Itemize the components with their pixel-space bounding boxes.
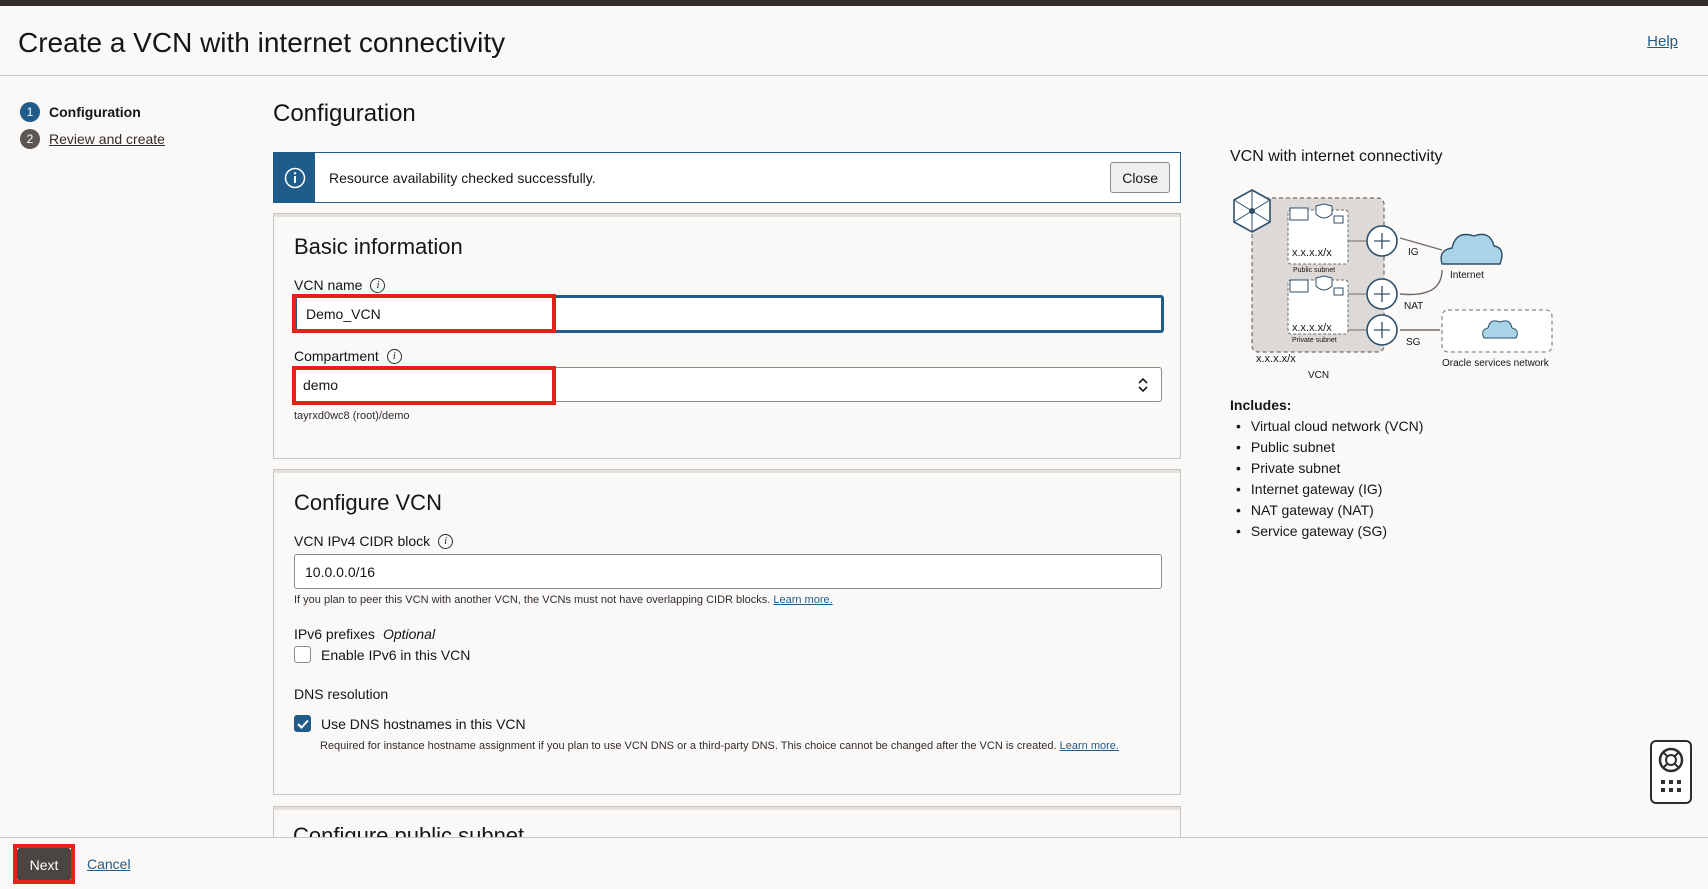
- info-notice: Resource availability checked successful…: [273, 152, 1181, 203]
- wizard-steps: 1 Configuration 2 Review and create: [20, 98, 165, 152]
- enable-ipv6-checkbox-row[interactable]: Enable IPv6 in this VCN: [294, 646, 470, 663]
- configure-vcn-card: Configure VCN VCN IPv4 CIDR block i 10.0…: [273, 469, 1181, 795]
- dns-hint: Required for instance hostname assignmen…: [320, 740, 1119, 752]
- learn-more-link[interactable]: Learn more.: [1060, 740, 1119, 752]
- svg-text:Oracle services network: Oracle services network: [1442, 358, 1550, 369]
- card-title: Basic information: [294, 234, 463, 259]
- step-configuration[interactable]: 1 Configuration: [20, 98, 165, 125]
- list-item: Service gateway (SG): [1230, 520, 1423, 541]
- ipv6-label-text: IPv6 prefixes: [294, 626, 375, 642]
- basic-information-card: Basic information VCN name i Demo_VCN Co…: [273, 213, 1181, 459]
- vcn-name-label-text: VCN name: [294, 277, 363, 293]
- page-header: Create a VCN with internet connectivity …: [0, 6, 1708, 76]
- step-label: Configuration: [49, 103, 141, 120]
- step-number: 1: [20, 101, 40, 122]
- svg-text:IG: IG: [1408, 247, 1419, 258]
- cidr-label: VCN IPv4 CIDR block i: [294, 533, 454, 549]
- cidr-input[interactable]: 10.0.0.0/16: [294, 554, 1162, 589]
- info-icon[interactable]: i: [370, 277, 386, 293]
- gateway-icons: [1366, 225, 1398, 346]
- optional-label: Optional: [382, 626, 436, 642]
- includes-list: Virtual cloud network (VCN) Public subne…: [1230, 415, 1423, 541]
- notice-message: Resource availability checked successful…: [329, 169, 596, 186]
- svg-text:x.x.x.x/x: x.x.x.x/x: [1292, 322, 1332, 334]
- svg-text:SG: SG: [1406, 337, 1421, 348]
- vcn-icon: [1233, 189, 1271, 233]
- chevron-up-down-icon: [1138, 377, 1148, 393]
- check-icon: [296, 719, 309, 729]
- svg-text:Private subnet: Private subnet: [1292, 337, 1337, 344]
- cancel-link[interactable]: Cancel: [87, 856, 131, 872]
- info-icon[interactable]: i: [438, 533, 454, 549]
- enable-ipv6-checkbox[interactable]: [294, 646, 311, 663]
- info-icon[interactable]: i: [386, 348, 402, 364]
- checkbox-label: Use DNS hostnames in this VCN: [321, 715, 526, 732]
- ipv6-label: IPv6 prefixes Optional: [294, 626, 435, 642]
- highlight-box: [13, 844, 75, 884]
- svg-text:Public subnet: Public subnet: [1293, 267, 1335, 274]
- includes-title: Includes:: [1230, 397, 1292, 413]
- svg-text:x.x.x.x/x: x.x.x.x/x: [1292, 247, 1332, 259]
- section-title: Configuration: [273, 100, 416, 127]
- cloud-icon: [1440, 233, 1503, 265]
- close-button[interactable]: Close: [1110, 162, 1170, 193]
- compartment-label-text: Compartment: [294, 348, 379, 364]
- side-title: VCN with internet connectivity: [1230, 148, 1443, 165]
- footer-bar: Next Cancel: [0, 837, 1708, 889]
- card-title: Configure VCN: [294, 490, 442, 515]
- dns-label: DNS resolution: [294, 686, 389, 702]
- svg-text:NAT: NAT: [1404, 301, 1423, 312]
- list-item: NAT gateway (NAT): [1230, 499, 1423, 520]
- cidr-hint: If you plan to peer this VCN with anothe…: [294, 594, 833, 606]
- compartment-label: Compartment i: [294, 348, 402, 364]
- learn-more-link[interactable]: Learn more.: [773, 594, 832, 606]
- list-item: Internet gateway (IG): [1230, 478, 1423, 499]
- svg-text:VCN: VCN: [1308, 370, 1329, 381]
- page-title: Create a VCN with internet connectivity: [18, 27, 506, 58]
- cidr-hint-text: If you plan to peer this VCN with anothe…: [294, 594, 771, 606]
- cidr-label-text: VCN IPv4 CIDR block: [294, 533, 431, 549]
- vcn-name-label: VCN name i: [294, 277, 386, 293]
- cidr-value: 10.0.0.0/16: [305, 563, 376, 580]
- help-widget[interactable]: [1650, 740, 1692, 804]
- vcn-diagram: x.x.x.x/x Public subnet x.x.x.x/x Privat…: [1233, 189, 1553, 381]
- step-review-and-create[interactable]: 2 Review and create: [20, 125, 165, 152]
- dns-hostnames-checkbox-row[interactable]: Use DNS hostnames in this VCN: [294, 715, 526, 732]
- highlight-box: [292, 366, 556, 405]
- help-link[interactable]: Help: [1647, 33, 1678, 50]
- svg-text:x.x.x.x/x: x.x.x.x/x: [1256, 353, 1296, 365]
- step-label[interactable]: Review and create: [49, 131, 165, 147]
- lifebuoy-icon: [1658, 747, 1684, 792]
- compartment-path: tayrxd0wc8 (root)/demo: [294, 410, 410, 422]
- checkbox-label: Enable IPv6 in this VCN: [321, 646, 471, 663]
- info-icon: [274, 153, 315, 202]
- list-item: Private subnet: [1230, 457, 1423, 478]
- dns-hint-text: Required for instance hostname assignmen…: [320, 740, 1057, 752]
- highlight-box: [292, 294, 556, 333]
- svg-text:Internet: Internet: [1450, 270, 1484, 281]
- dns-hostnames-checkbox[interactable]: [294, 715, 311, 732]
- list-item: Public subnet: [1230, 436, 1423, 457]
- side-panel: VCN with internet connectivity: [1230, 148, 1443, 180]
- step-number: 2: [20, 128, 40, 149]
- list-item: Virtual cloud network (VCN): [1230, 415, 1423, 436]
